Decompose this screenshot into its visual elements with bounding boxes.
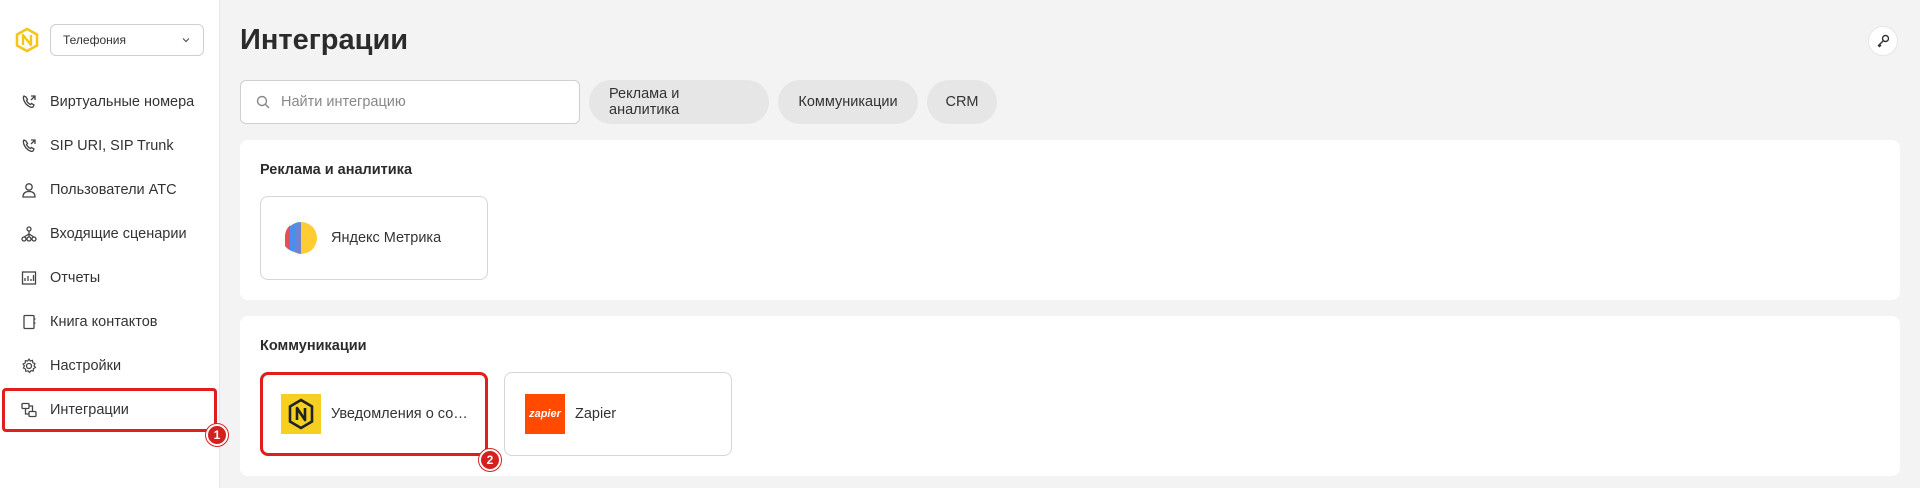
chart-icon — [20, 269, 38, 287]
search-icon — [256, 95, 270, 109]
gear-icon — [20, 357, 38, 375]
page-title: Интеграции — [240, 24, 409, 56]
sidebar-item-label: Настройки — [50, 358, 122, 374]
sidebar-item-integrations[interactable]: Интеграции — [2, 388, 217, 432]
section-title: Коммуникации — [260, 338, 367, 354]
integration-card-label: Zapier — [575, 406, 617, 422]
sidebar-item-incoming-scenarios[interactable]: Входящие сценарии — [0, 212, 219, 256]
sidebar-nav: Виртуальные номера SIP URI, SIP Trunk По… — [0, 80, 219, 432]
sidebar-item-label: Интеграции — [50, 402, 129, 418]
api-key-button[interactable] — [1868, 26, 1898, 56]
zapier-logo-text: zapier — [529, 408, 561, 420]
integration-search[interactable] — [240, 80, 580, 124]
integration-card-event-notifications[interactable]: Уведомления о событиях — [260, 372, 488, 456]
department-select[interactable]: Телефония — [50, 24, 204, 56]
flow-icon — [20, 225, 38, 243]
chevron-down-icon — [182, 38, 190, 43]
yandex-metrika-logo-icon — [281, 218, 321, 258]
sidebar-item-settings[interactable]: Настройки — [0, 344, 219, 388]
integration-card-zapier[interactable]: zapier Zapier — [504, 372, 732, 456]
sidebar-item-virtual-numbers[interactable]: Виртуальные номера — [0, 80, 219, 124]
annotation-badge-1: 1 — [206, 424, 228, 446]
integrations-icon — [20, 401, 38, 419]
department-select-value: Телефония — [63, 33, 126, 47]
sidebar-item-label: Виртуальные номера — [50, 94, 195, 110]
sidebar-item-label: Отчеты — [50, 270, 101, 286]
phone-forward-icon — [20, 93, 38, 111]
sidebar-item-label: SIP URI, SIP Trunk — [50, 138, 174, 154]
contact-book-icon — [20, 313, 38, 331]
filter-chip-communications[interactable]: Коммуникации — [778, 80, 918, 124]
integration-card-label: Яндекс Метрика — [331, 230, 442, 246]
sidebar: Телефония Виртуальные номера SIP URI, SI… — [0, 0, 220, 488]
filter-chip-crm[interactable]: CRM — [927, 80, 997, 124]
novofon-logo-icon[interactable] — [14, 27, 40, 53]
section-title: Реклама и аналитика — [260, 162, 413, 178]
sidebar-item-contact-book[interactable]: Книга контактов — [0, 300, 219, 344]
key-icon — [1877, 34, 1890, 48]
annotation-badge-2: 2 — [479, 449, 501, 471]
filter-chip-ads-analytics[interactable]: Реклама и аналитика — [589, 80, 769, 124]
integration-card-yandex-metrika[interactable]: Яндекс Метрика — [260, 196, 488, 280]
sidebar-item-label: Пользователи АТС — [50, 182, 177, 198]
sidebar-item-reports[interactable]: Отчеты — [0, 256, 219, 300]
zapier-logo-icon: zapier — [525, 394, 565, 434]
search-input[interactable] — [281, 94, 561, 110]
integration-card-label: Уведомления о событиях — [331, 406, 471, 422]
section-ads-analytics: Реклама и аналитика Яндекс Метрика — [240, 140, 1900, 300]
user-icon — [20, 181, 38, 199]
sidebar-item-sip[interactable]: SIP URI, SIP Trunk — [0, 124, 219, 168]
phone-forward-icon — [20, 137, 38, 155]
sidebar-item-label: Книга контактов — [50, 314, 158, 330]
sidebar-item-pbx-users[interactable]: Пользователи АТС — [0, 168, 219, 212]
sidebar-item-label: Входящие сценарии — [50, 226, 187, 242]
sidebar-header: Телефония — [14, 24, 204, 56]
novofon-logo-icon — [281, 394, 321, 434]
